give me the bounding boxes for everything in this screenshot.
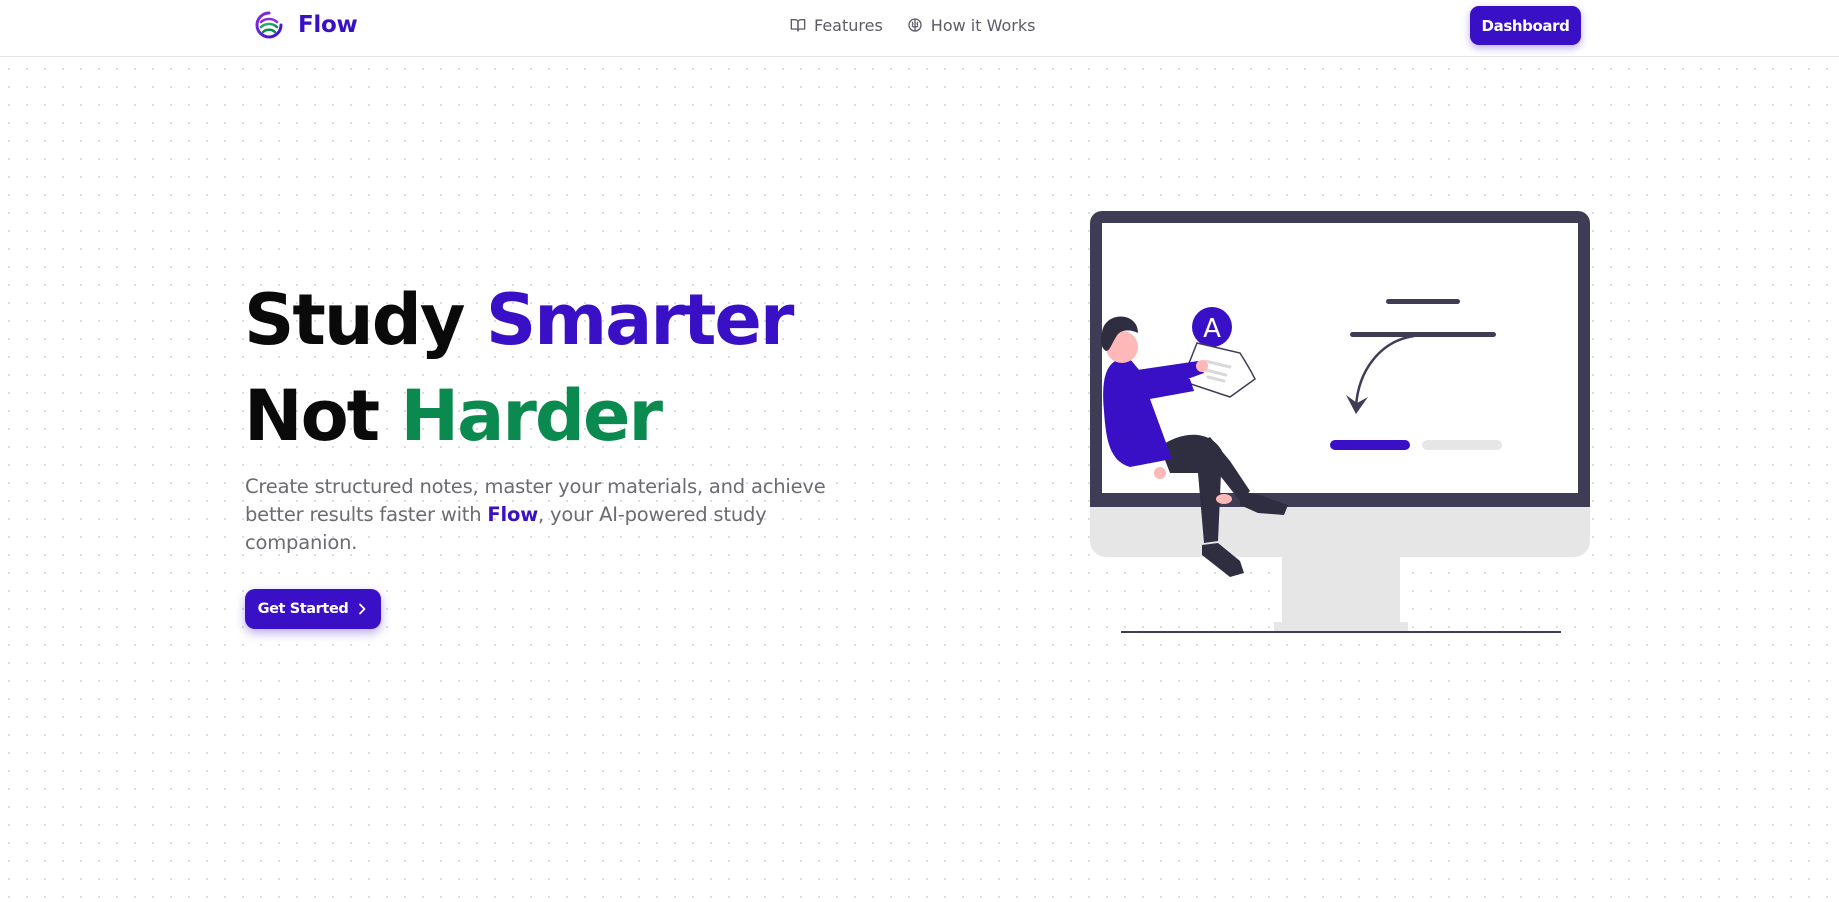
screen-progress-filled — [1330, 440, 1410, 450]
get-started-button[interactable]: Get Started — [245, 589, 381, 629]
dashboard-button[interactable]: Dashboard — [1470, 6, 1581, 45]
person-ankle — [1216, 494, 1232, 504]
flow-logo-icon — [255, 11, 283, 39]
hero-word-smarter: Smarter — [485, 279, 795, 361]
hero-title-line-2: Not Harder — [244, 368, 844, 464]
hero-description: Create structured notes, master your mat… — [245, 473, 875, 557]
nav-label-how-it-works: How it Works — [930, 15, 1036, 35]
monitor-chin — [1090, 507, 1590, 557]
hero-title: Study Smarter Not Harder — [244, 272, 844, 464]
hero-desc-brand: Flow — [487, 503, 539, 526]
nav-link-features[interactable]: Features — [790, 16, 883, 35]
hero-illustration: A — [1090, 211, 1590, 633]
person-hand — [1196, 360, 1208, 372]
monitor-stand — [1282, 556, 1400, 628]
chevron-right-icon — [359, 603, 366, 615]
brand-link[interactable]: Flow — [254, 8, 358, 42]
screen-line-short — [1386, 299, 1460, 304]
nav-link-how-it-works[interactable]: How it Works — [907, 15, 1036, 35]
hero-title-line-1: Study Smarter — [244, 272, 844, 368]
top-navbar: Flow Features How it Works Dashboard — [0, 0, 1839, 57]
screen-progress-empty — [1422, 440, 1502, 450]
floor-line — [1121, 631, 1561, 633]
nav-label-features: Features — [814, 15, 883, 35]
hero-word-study: Study — [244, 279, 465, 361]
brand-name: Flow — [298, 12, 358, 38]
screen-line-long — [1350, 332, 1496, 337]
ai-badge-letter: A — [1203, 314, 1221, 344]
monitor-stand-base — [1274, 622, 1408, 632]
hero-word-not: Not — [244, 375, 380, 457]
book-open-icon — [790, 19, 806, 32]
main-nav: Features How it Works — [790, 13, 1035, 37]
get-started-label: Get Started — [257, 601, 349, 617]
brain-icon — [908, 18, 922, 32]
person-hand-lower — [1154, 467, 1166, 479]
hero-word-harder: Harder — [400, 375, 663, 457]
